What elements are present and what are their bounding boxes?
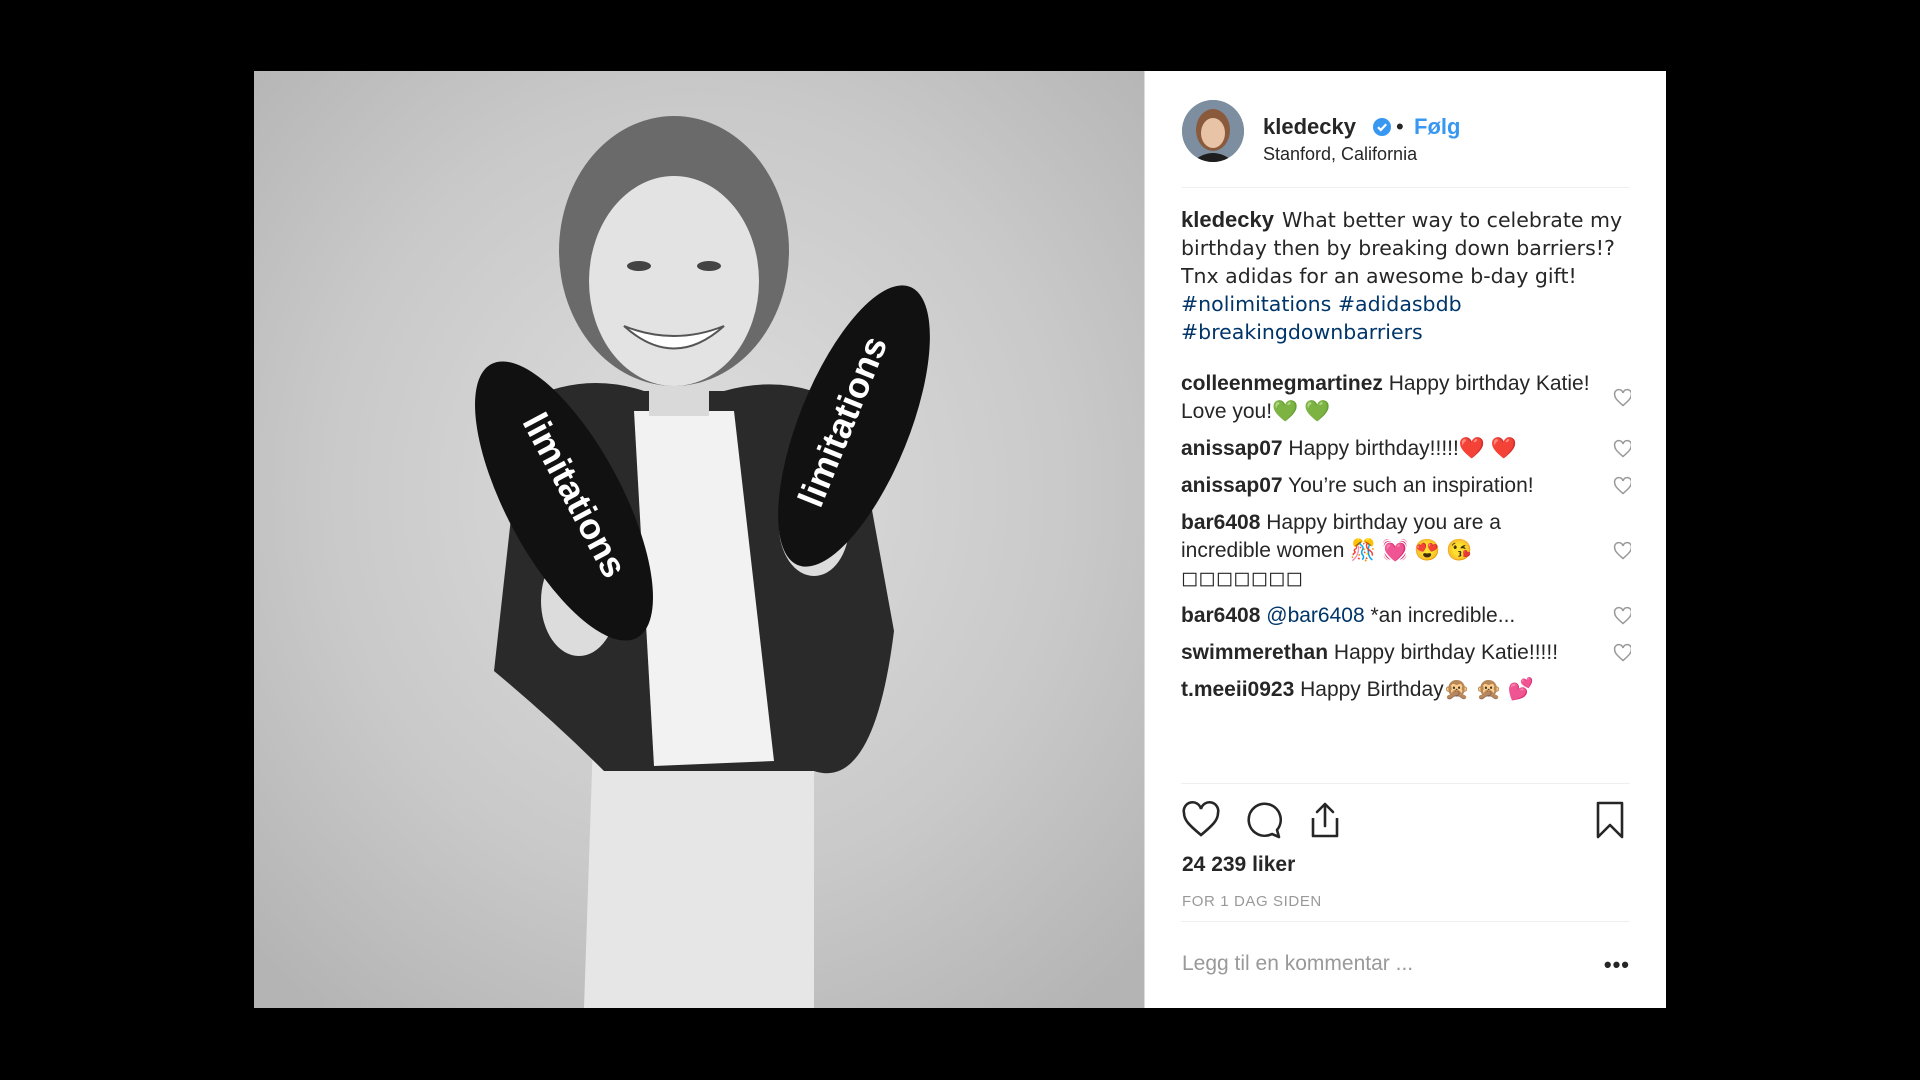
location-link[interactable]: Stanford, California — [1263, 144, 1417, 165]
comment-item: colleenmegmartinez Happy birthday Katie!… — [1181, 370, 1631, 426]
hashtag-adidasbdb[interactable]: #adidasbdb — [1338, 292, 1462, 316]
comment-username[interactable]: anissap07 — [1181, 437, 1283, 460]
follow-button[interactable]: Følg — [1414, 114, 1460, 140]
comment-text: *an incredible... — [1370, 604, 1516, 627]
comment-like-heart-icon[interactable] — [1613, 643, 1631, 663]
comment-like-heart-icon[interactable] — [1613, 439, 1631, 459]
post-timestamp[interactable]: FOR 1 DAG SIDEN — [1182, 893, 1322, 910]
like-heart-icon[interactable] — [1181, 800, 1221, 840]
comment-item: t.meeii0923 Happy Birthday🙊 🙊 💕 — [1181, 676, 1631, 704]
add-comment-section: Legg til en kommentar ... ••• — [1181, 921, 1630, 1009]
post-caption: kledecky What better way to celebrate my … — [1181, 206, 1631, 346]
post-actions-bar — [1181, 783, 1630, 839]
hashtag-nolimitations[interactable]: #nolimitations — [1181, 292, 1331, 316]
add-comment-input[interactable]: Legg til en kommentar ... — [1182, 952, 1413, 976]
comment-username[interactable]: t.meeii0923 — [1181, 678, 1294, 701]
comment-like-heart-icon[interactable] — [1613, 606, 1631, 626]
comment-text: Happy Birthday🙊 🙊 💕 — [1300, 678, 1534, 701]
bookmark-icon[interactable] — [1590, 800, 1630, 840]
comment-username[interactable]: swimmerethan — [1181, 641, 1328, 664]
comment-like-heart-icon[interactable] — [1613, 388, 1631, 408]
comment-item: anissap07 Happy birthday!!!!!❤️ ❤️ — [1181, 435, 1631, 463]
post-header: kledecky • Følg Stanford, California — [1182, 100, 1630, 188]
caption-line-2: Tnx adidas for an awesome b-day gift! — [1181, 264, 1577, 288]
comment-item: swimmerethan Happy birthday Katie!!!!! — [1181, 639, 1631, 667]
comment-item: bar6408 @bar6408 *an incredible... — [1181, 602, 1631, 630]
post-side-panel: kledecky • Følg Stanford, California kle… — [1145, 71, 1666, 1008]
more-options-icon[interactable]: ••• — [1604, 952, 1630, 978]
comment-username[interactable]: anissap07 — [1181, 474, 1283, 497]
comment-like-heart-icon[interactable] — [1613, 541, 1631, 561]
comment-username[interactable]: colleenmegmartinez — [1181, 372, 1383, 395]
caption-username[interactable]: kledecky — [1181, 207, 1274, 232]
separator-dot: • — [1396, 114, 1404, 139]
comment-text: Happy birthday!!!!!❤️ ❤️ — [1288, 437, 1517, 460]
comment-text: You’re such an inspiration! — [1288, 474, 1534, 497]
hashtag-breakingdownbarriers[interactable]: #breakingdownbarriers — [1181, 320, 1423, 344]
avatar[interactable] — [1182, 100, 1244, 162]
comment-like-heart-icon[interactable] — [1613, 476, 1631, 496]
comment-item: anissap07 You’re such an inspiration! — [1181, 472, 1631, 500]
likes-count[interactable]: 24 239 liker — [1182, 853, 1295, 877]
username-link[interactable]: kledecky — [1263, 114, 1356, 140]
post-photo[interactable]: limitations limitations — [254, 71, 1145, 1008]
comment-bubble-icon[interactable] — [1243, 800, 1283, 840]
share-icon[interactable] — [1305, 800, 1345, 840]
comment-username[interactable]: bar6408 — [1181, 604, 1260, 627]
photo-illustration: limitations limitations — [254, 71, 1144, 1008]
verified-badge-icon — [1373, 118, 1391, 136]
comment-text: Happy birthday Katie!!!!! — [1333, 641, 1559, 664]
comment-mention[interactable]: @bar6408 — [1266, 604, 1364, 627]
comment-username[interactable]: bar6408 — [1181, 511, 1260, 534]
comment-item: bar6408 Happy birthday you are a incredi… — [1181, 509, 1631, 593]
avatar-image — [1182, 100, 1244, 162]
instagram-post: limitations limitations kledecky • Følg … — [254, 71, 1666, 1008]
comments-list[interactable]: kledecky What better way to celebrate my … — [1181, 206, 1631, 851]
